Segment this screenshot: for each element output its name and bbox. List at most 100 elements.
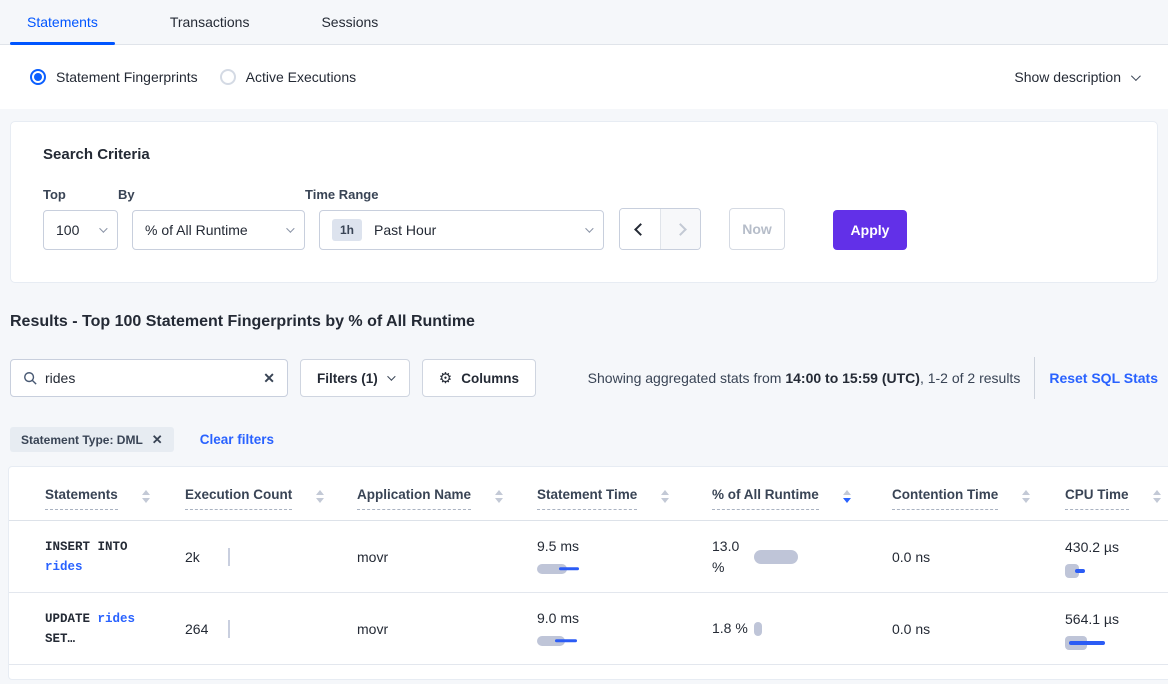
close-icon[interactable]: ✕ xyxy=(152,432,163,448)
top-label: Top xyxy=(43,187,118,202)
reset-sql-stats-link[interactable]: Reset SQL Stats xyxy=(1049,370,1158,386)
filters-button[interactable]: Filters (1) xyxy=(300,359,410,397)
results-controls: ✕ Filters (1) ⚙ Columns Showing aggregat… xyxy=(10,357,1158,399)
runtime-pct-cell: 13.0 % xyxy=(712,536,892,578)
cpu-time-cell: 430.2 µs xyxy=(1065,536,1123,578)
column-header-statements[interactable]: Statements xyxy=(45,487,185,510)
tab-bar: Statements Transactions Sessions xyxy=(0,0,1168,45)
sort-desc-icon xyxy=(843,490,851,503)
column-header-runtime-pct[interactable]: % of All Runtime xyxy=(712,487,892,510)
tab-transactions[interactable]: Transactions xyxy=(153,0,267,44)
cpu-time-bar xyxy=(1065,564,1123,578)
stats-summary: Showing aggregated stats from 14:00 to 1… xyxy=(588,370,1021,386)
by-label: By xyxy=(118,187,305,202)
sort-icons xyxy=(142,490,150,503)
table-row: UPDATE rides SET… 264 movr 9.0 ms 1.8 % … xyxy=(9,593,1168,665)
time-range-value: Past Hour xyxy=(374,222,585,238)
statement-time-bar xyxy=(537,634,712,648)
application-name-cell: movr xyxy=(357,621,537,637)
by-field: By % of All Runtime xyxy=(118,187,305,250)
cpu-time-cell: 564.1 µs xyxy=(1065,608,1123,650)
results-heading: Results - Top 100 Statement Fingerprints… xyxy=(10,313,1158,331)
column-header-statement-time[interactable]: Statement Time xyxy=(537,487,712,510)
apply-button[interactable]: Apply xyxy=(833,210,907,250)
execution-count-cell: 264 xyxy=(185,620,357,638)
filter-chip-statement-type[interactable]: Statement Type: DML ✕ xyxy=(10,427,174,452)
chevron-down-icon xyxy=(1131,71,1141,81)
contention-time-cell: 0.0 ns xyxy=(892,549,1065,565)
statement-time-cell: 9.5 ms xyxy=(537,538,712,576)
tab-statements[interactable]: Statements xyxy=(10,0,115,44)
column-header-application-name[interactable]: Application Name xyxy=(357,487,537,510)
now-button[interactable]: Now xyxy=(729,208,785,250)
clear-search-icon[interactable]: ✕ xyxy=(263,370,275,387)
filter-chip-label: Statement Type: DML xyxy=(21,433,143,447)
application-name-cell: movr xyxy=(357,549,537,565)
time-prev-button[interactable] xyxy=(620,209,660,249)
top-select[interactable]: 100 xyxy=(43,210,118,250)
radio-active-executions[interactable]: Active Executions xyxy=(220,69,357,85)
chevron-down-icon xyxy=(286,224,294,232)
clear-filters-link[interactable]: Clear filters xyxy=(200,432,274,447)
chevron-left-icon xyxy=(634,223,647,236)
columns-label: Columns xyxy=(461,371,519,386)
runtime-pct-bar xyxy=(754,622,762,636)
statement-cell: UPDATE rides SET… xyxy=(45,609,157,649)
sort-icons xyxy=(661,490,669,503)
column-header-execution-count[interactable]: Execution Count xyxy=(185,487,357,510)
radio-statement-fingerprints[interactable]: Statement Fingerprints xyxy=(30,69,198,85)
radio-label: Statement Fingerprints xyxy=(56,69,198,85)
search-criteria-title: Search Criteria xyxy=(43,146,1125,163)
execution-count-bar xyxy=(228,548,230,566)
time-nav-group xyxy=(619,208,701,250)
time-range-label: Time Range xyxy=(305,187,604,202)
search-input[interactable] xyxy=(45,370,255,386)
radio-unselected-icon xyxy=(220,69,236,85)
by-select[interactable]: % of All Runtime xyxy=(132,210,305,250)
top-select-value: 100 xyxy=(56,222,99,238)
column-header-contention-time[interactable]: Contention Time xyxy=(892,487,1065,510)
table-header-row: Statements Execution Count Application N… xyxy=(9,467,1168,521)
stats-time-range: 14:00 to 15:59 (UTC) xyxy=(785,370,920,386)
gear-icon: ⚙ xyxy=(439,369,452,387)
time-range-badge: 1h xyxy=(332,219,362,241)
sort-icons xyxy=(1153,490,1161,503)
filters-label: Filters (1) xyxy=(317,371,378,386)
view-toggle-strip: Statement Fingerprints Active Executions… xyxy=(0,45,1168,109)
execution-count-bar xyxy=(228,620,230,638)
sort-icons xyxy=(495,490,503,503)
chevron-down-icon xyxy=(99,224,107,232)
statement-link[interactable]: rides xyxy=(98,612,136,626)
chevron-down-icon xyxy=(387,372,395,380)
table-row: INSERT INTO rides 2k movr 9.5 ms 13.0 % … xyxy=(9,521,1168,593)
search-box: ✕ xyxy=(10,359,288,397)
search-criteria-card: Search Criteria Top 100 By % of All Runt… xyxy=(10,121,1158,283)
time-range-field: Time Range 1h Past Hour xyxy=(305,187,604,250)
by-select-value: % of All Runtime xyxy=(145,222,286,238)
search-icon xyxy=(23,371,37,385)
time-next-button[interactable] xyxy=(660,209,700,249)
show-description-toggle[interactable]: Show description xyxy=(1014,69,1138,85)
radio-selected-icon xyxy=(30,69,46,85)
sort-icons xyxy=(1022,490,1030,503)
statement-time-cell: 9.0 ms xyxy=(537,610,712,648)
cpu-time-bar xyxy=(1065,636,1123,650)
statement-cell: INSERT INTO rides xyxy=(45,537,157,577)
filter-chip-row: Statement Type: DML ✕ Clear filters xyxy=(10,427,1158,452)
runtime-pct-cell: 1.8 % xyxy=(712,618,892,639)
statement-time-bar xyxy=(537,562,712,576)
chevron-down-icon xyxy=(585,224,593,232)
statement-link[interactable]: rides xyxy=(45,560,83,574)
column-header-cpu-time[interactable]: CPU Time xyxy=(1065,487,1168,510)
tab-sessions[interactable]: Sessions xyxy=(304,0,395,44)
chevron-right-icon xyxy=(674,223,687,236)
statements-table: Statements Execution Count Application N… xyxy=(8,466,1168,680)
top-field: Top 100 xyxy=(43,187,118,250)
sort-icons xyxy=(316,490,324,503)
contention-time-cell: 0.0 ns xyxy=(892,621,1065,637)
columns-button[interactable]: ⚙ Columns xyxy=(422,359,536,397)
execution-count-cell: 2k xyxy=(185,548,357,566)
divider xyxy=(1034,357,1035,399)
show-description-label: Show description xyxy=(1014,69,1121,85)
time-range-select[interactable]: 1h Past Hour xyxy=(319,210,604,250)
